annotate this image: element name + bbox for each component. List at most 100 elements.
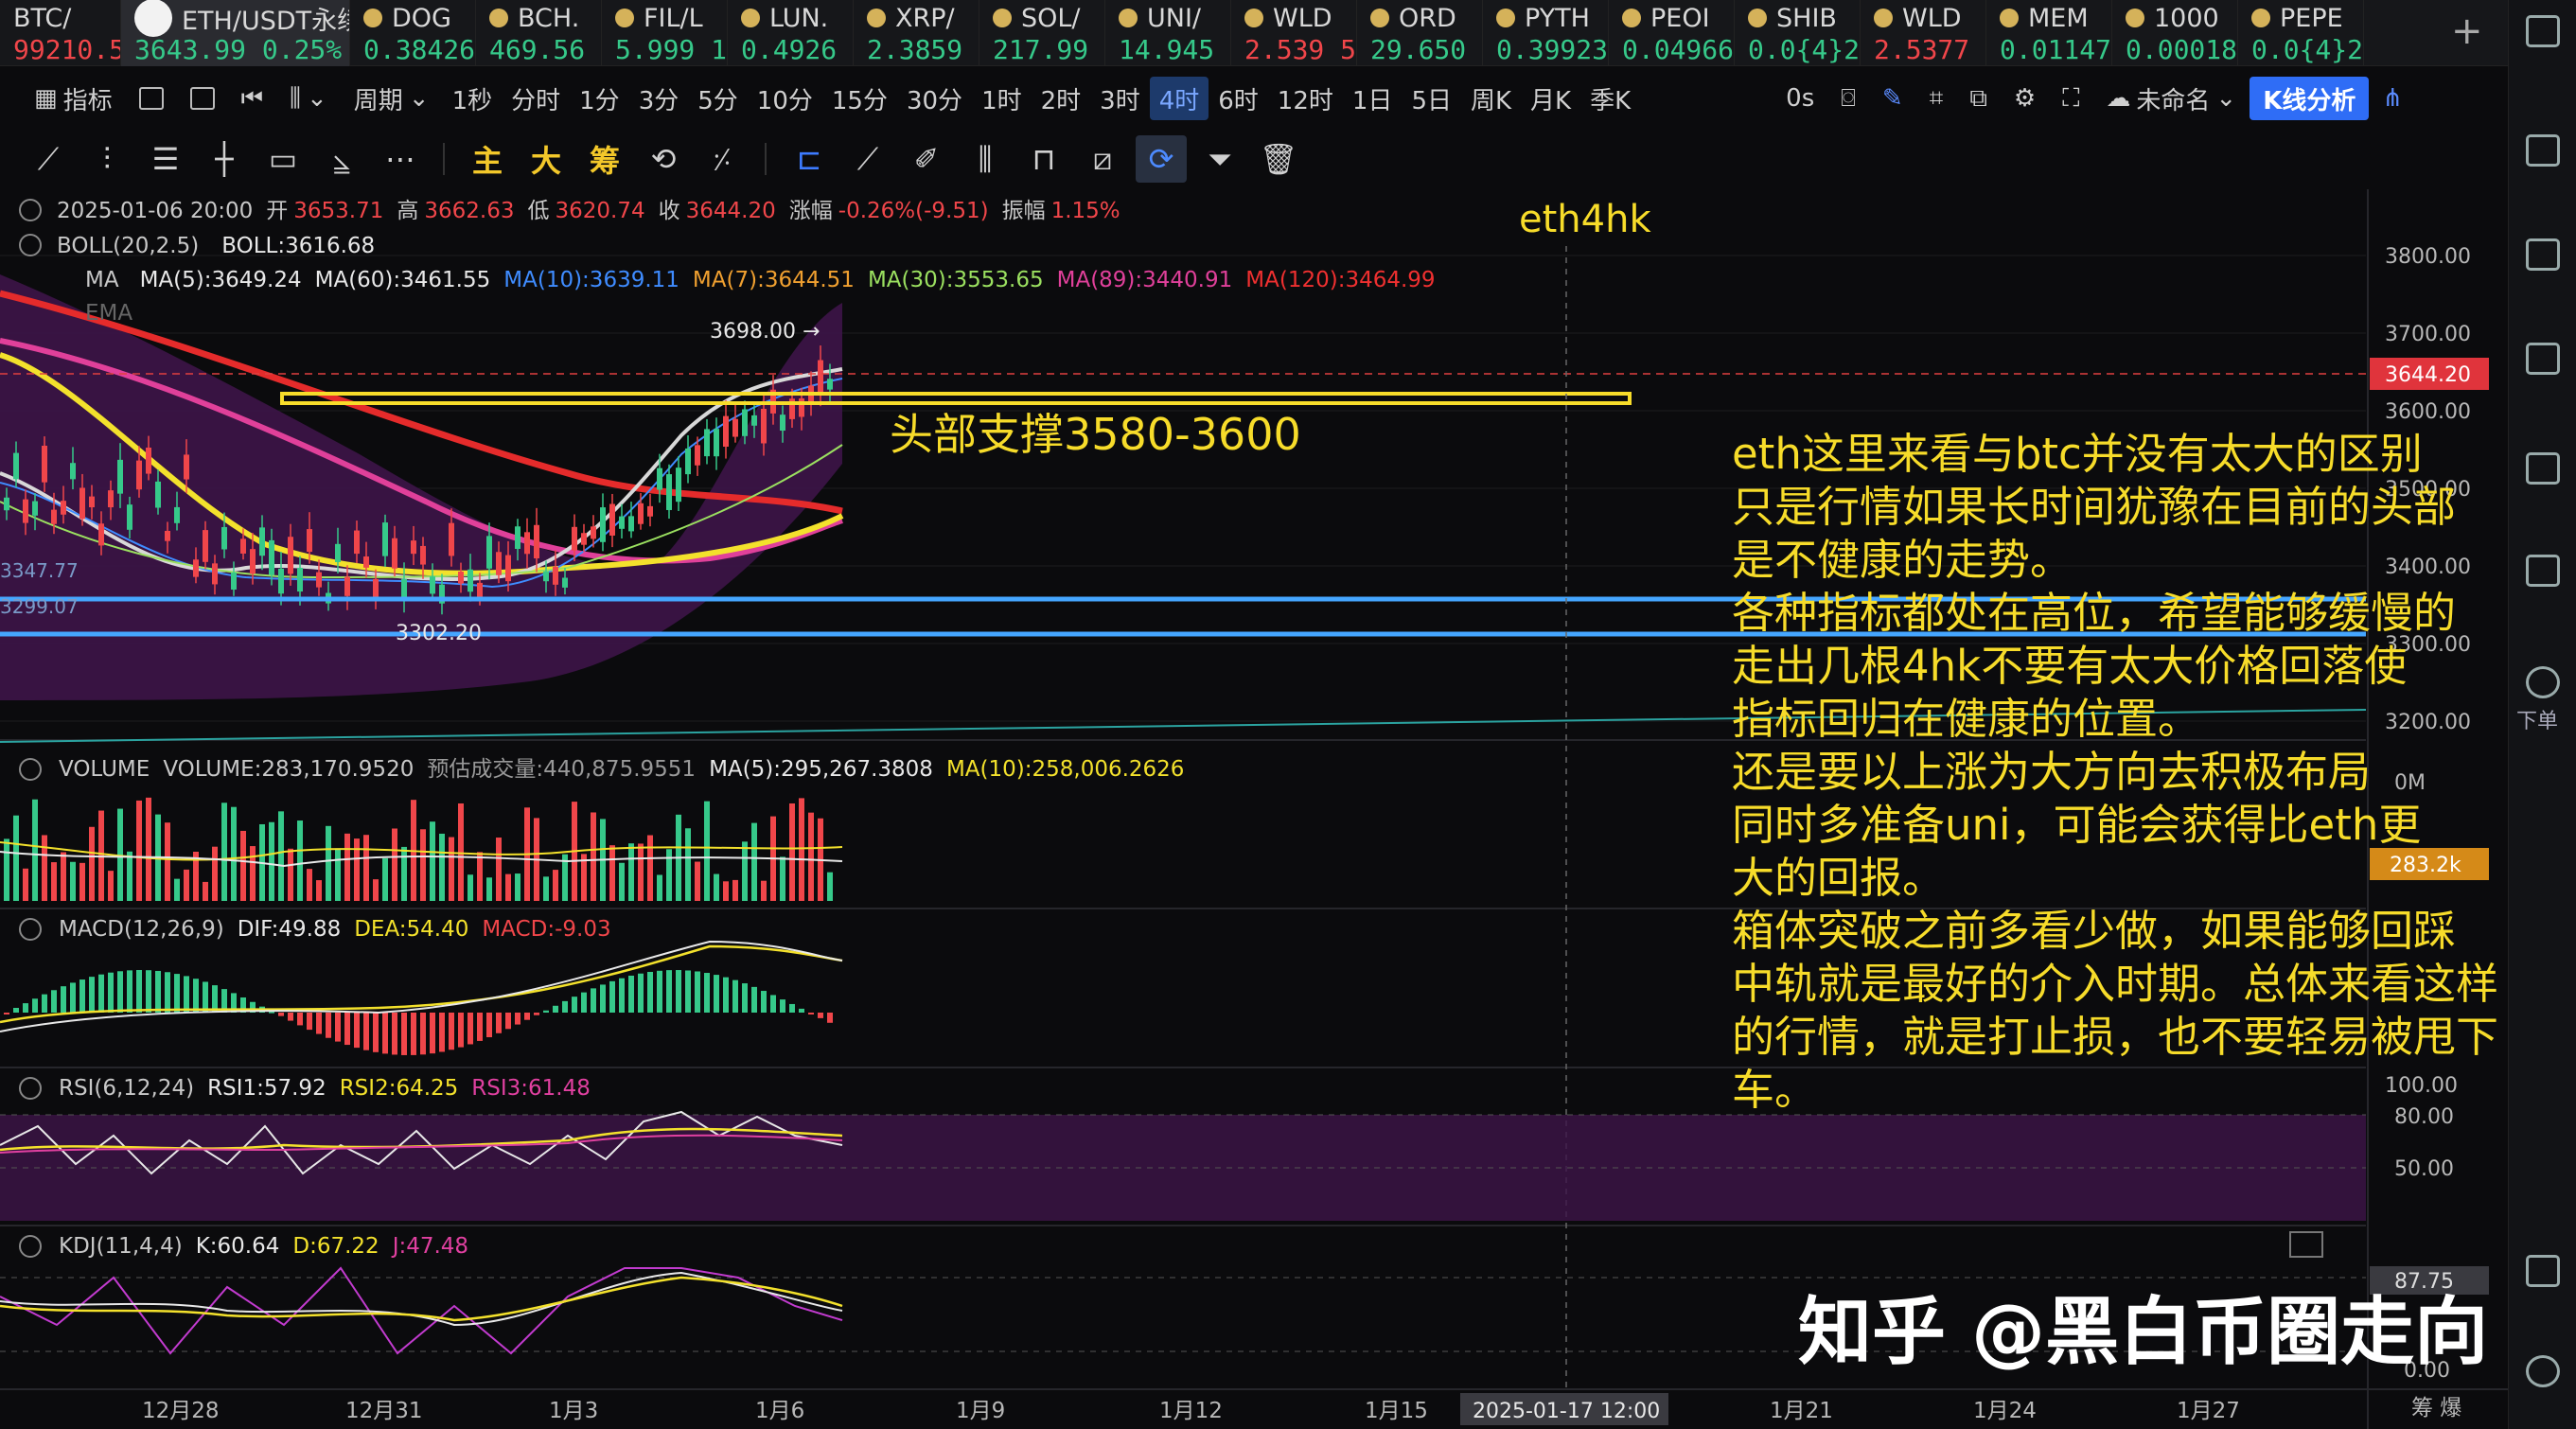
- interval-15[interactable]: 5日: [1402, 77, 1461, 120]
- order-label[interactable]: 下单: [2516, 704, 2558, 734]
- period-dropdown[interactable]: 周期 ⌄: [341, 77, 443, 120]
- interval-2[interactable]: 1分: [570, 77, 629, 120]
- delete-tool-button[interactable]: 🗑: [1253, 135, 1304, 183]
- chevron-down-icon: ⌄: [306, 84, 327, 113]
- indicator-button[interactable]: ▦ 指标: [21, 77, 126, 120]
- ticker-item[interactable]: XRP/2.3859: [854, 0, 979, 66]
- parallel-tool-button[interactable]: ⫶: [81, 135, 132, 183]
- interval-17[interactable]: 月K: [1521, 77, 1580, 120]
- line-tool-button[interactable]: ⟋: [23, 135, 74, 183]
- draw-button[interactable]: ✎: [1869, 77, 1916, 120]
- ticker-item[interactable]: ETH/USDT永续 3643.99 0.25%: [121, 0, 350, 66]
- ticker-item[interactable]: WLD 2.5377: [1861, 0, 1986, 66]
- ticker-item[interactable]: DOG 0.38426: [350, 0, 476, 66]
- chart-tool-button[interactable]: ⧄: [1077, 135, 1128, 183]
- volume-bar: [505, 873, 511, 901]
- chips-button[interactable]: 筹: [579, 135, 630, 183]
- monitor-icon[interactable]: [2526, 452, 2560, 485]
- interval-1[interactable]: 分时: [502, 77, 570, 120]
- channel-tool-button[interactable]: ☰: [140, 135, 191, 183]
- ticker-item[interactable]: WLD 2.539 5: [1231, 0, 1357, 66]
- ruler-tool-button[interactable]: ⟋: [842, 135, 893, 183]
- ticker-item[interactable]: ORD 29.650: [1357, 0, 1483, 66]
- ticker-item[interactable]: MEM 0.01147: [1986, 0, 2112, 66]
- main-force-button[interactable]: 主: [462, 135, 513, 183]
- chart-icon[interactable]: [2526, 343, 2560, 375]
- ticker-item[interactable]: PEPE0.0{4}20: [2238, 0, 2364, 66]
- ticker-item[interactable]: SHIB0.0{4}24: [1735, 0, 1861, 66]
- chart-type-button[interactable]: ⫼ ⌄: [276, 77, 341, 120]
- fib-tool-button[interactable]: ⦥: [316, 135, 367, 183]
- macd-bar: [335, 1013, 341, 1042]
- bars-tool-button[interactable]: ⫼: [960, 135, 1011, 183]
- panel-icon[interactable]: [2526, 1255, 2560, 1287]
- ticker-item[interactable]: 1000 0.00018: [2112, 0, 2238, 66]
- add-ticker-icon[interactable]: +: [2451, 9, 2483, 53]
- svg-text:筹 爆: 筹 爆: [2411, 1396, 2461, 1420]
- ticker-item[interactable]: UNI/14.945: [1105, 0, 1231, 66]
- layout-button[interactable]: [177, 77, 228, 120]
- lock-tool-button[interactable]: ⊓: [1018, 135, 1069, 183]
- etf-icon[interactable]: [2526, 555, 2560, 587]
- filter-tool-button[interactable]: ⏷: [1194, 135, 1245, 183]
- interval-14[interactable]: 1日: [1343, 77, 1403, 120]
- interval-13[interactable]: 12时: [1268, 77, 1343, 120]
- volume-bar: [354, 838, 360, 901]
- interval-16[interactable]: 周K: [1461, 77, 1521, 120]
- interval-7[interactable]: 30分: [897, 77, 972, 120]
- interval-8[interactable]: 1时: [972, 77, 1032, 120]
- interval-10[interactable]: 3时: [1090, 77, 1150, 120]
- fullscreen-button[interactable]: ⛶: [2049, 77, 2092, 120]
- share-button[interactable]: ⋔: [2369, 77, 2416, 120]
- more-tools-button[interactable]: ⋯: [375, 135, 426, 183]
- list-icon[interactable]: [2526, 134, 2560, 167]
- crop-button[interactable]: ⌗: [1916, 77, 1957, 120]
- ticker-item[interactable]: LUN. 0.4926: [728, 0, 854, 66]
- volume-bar: [449, 837, 454, 901]
- macd-bar: [13, 1008, 19, 1013]
- support-icon[interactable]: [2526, 1355, 2560, 1387]
- ticker-item[interactable]: PYTH 0.39923: [1483, 0, 1609, 66]
- big-order-button[interactable]: 大: [520, 135, 572, 183]
- window-icon[interactable]: [2526, 15, 2560, 47]
- macd-bar: [344, 1013, 350, 1046]
- ticker-item[interactable]: BCH. 469.56: [476, 0, 602, 66]
- cloud-layout-dropdown[interactable]: ☁ 未命名 ⌄: [2092, 77, 2250, 120]
- link-tool-button[interactable]: ⟳: [1136, 135, 1187, 183]
- calendar-button[interactable]: [126, 77, 177, 120]
- camera-button[interactable]: ⌼: [1827, 77, 1869, 120]
- hline-tool-button[interactable]: ┼: [199, 135, 250, 183]
- ticker-item[interactable]: SOL/217.99: [979, 0, 1105, 66]
- interval-9[interactable]: 2时: [1032, 77, 1091, 120]
- lock-icon: ⊓: [1032, 141, 1056, 177]
- macd-bar: [449, 1013, 454, 1050]
- crosshair-date: 2025-01-17 12:00: [1473, 1400, 1660, 1423]
- interval-12[interactable]: 6时: [1209, 77, 1268, 120]
- layout-icon: [189, 87, 215, 110]
- annotation-line: 只是行情如果长时间犹豫在目前的头部: [1732, 482, 2457, 532]
- compare-button[interactable]: ⧉: [1956, 77, 2001, 120]
- interval-11[interactable]: 4时: [1149, 77, 1209, 120]
- ticker-item[interactable]: FIL/L 5.999 1: [602, 0, 728, 66]
- interval-18[interactable]: 季K: [1580, 77, 1640, 120]
- interval-3[interactable]: 3分: [629, 77, 689, 120]
- ticker-item[interactable]: PEOI 0.04966: [1609, 0, 1735, 66]
- rect-tool-button[interactable]: ▭: [257, 135, 309, 183]
- signal-tool-button[interactable]: ⸓: [697, 135, 748, 183]
- dollar-icon[interactable]: [2526, 238, 2560, 271]
- settings-button[interactable]: ⚙: [2001, 77, 2049, 120]
- kline-analysis-button[interactable]: K线分析: [2250, 77, 2370, 120]
- ticker-item[interactable]: BTC/99210.5: [0, 0, 121, 66]
- refresh-tool-button[interactable]: ⟲: [638, 135, 689, 183]
- interval-5[interactable]: 10分: [748, 77, 822, 120]
- interval-6[interactable]: 15分: [822, 77, 897, 120]
- volume-bar: [79, 862, 85, 901]
- interval-4[interactable]: 5分: [688, 77, 748, 120]
- magnet-tool-button[interactable]: ⊏: [784, 135, 835, 183]
- replay-button[interactable]: ⏮: [228, 77, 276, 120]
- volume-bar: [647, 835, 653, 901]
- interval-0[interactable]: 1秒: [443, 77, 503, 120]
- brush-tool-button[interactable]: ✐: [901, 135, 952, 183]
- macd-bar: [420, 1013, 426, 1055]
- order-icon[interactable]: [2526, 666, 2560, 698]
